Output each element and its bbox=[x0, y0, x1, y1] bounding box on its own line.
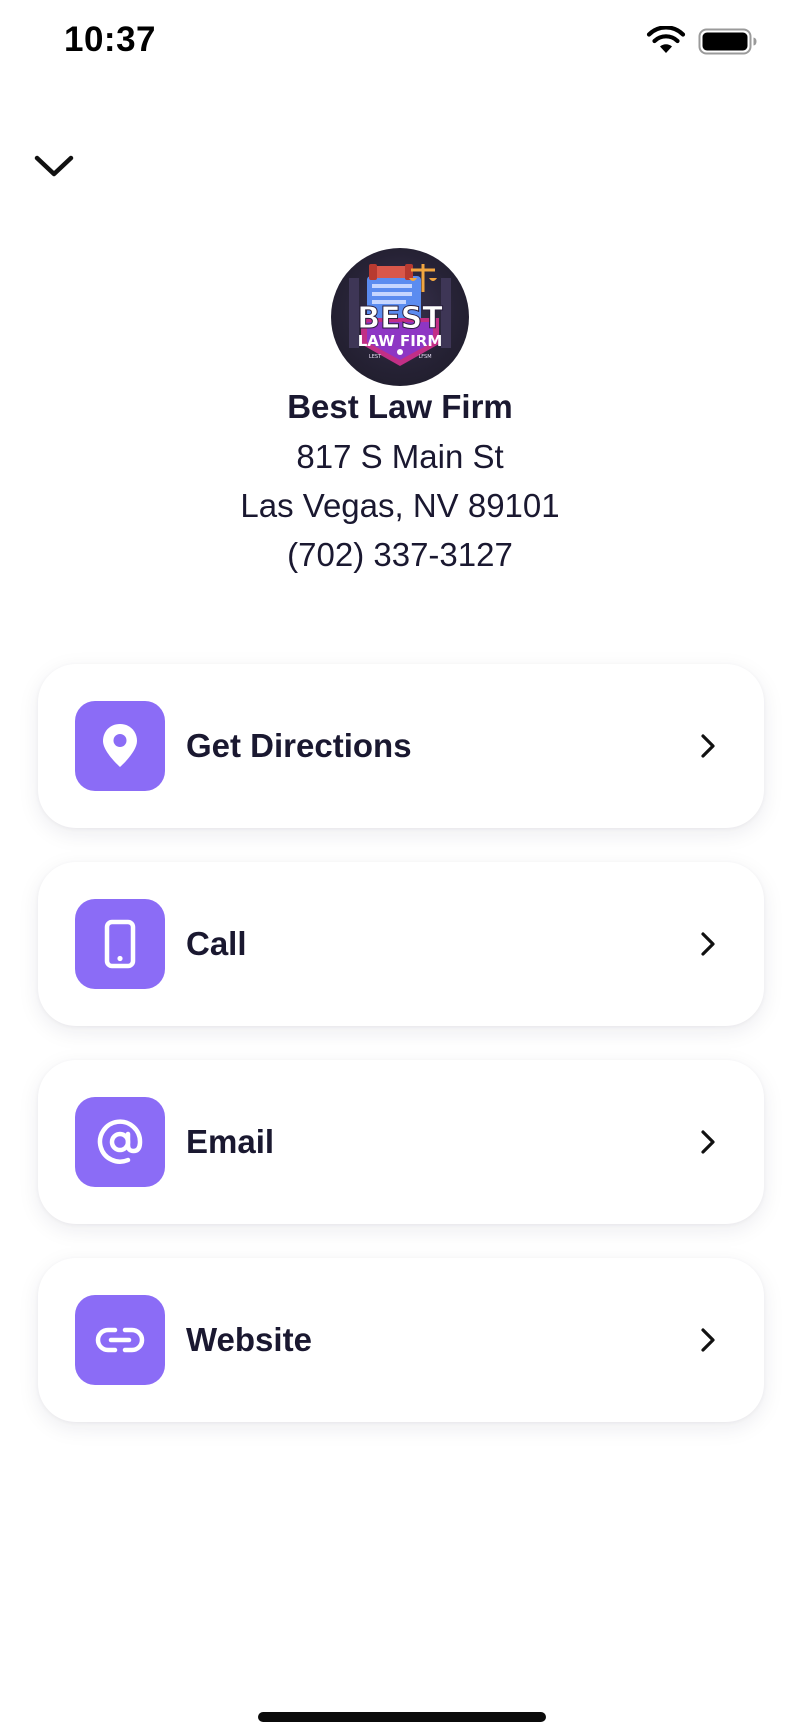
chevron-right-icon bbox=[701, 1328, 715, 1352]
firm-logo: BEST LAW FIRM LEST LFSM bbox=[331, 248, 469, 386]
address-line-1: 817 S Main St bbox=[296, 438, 504, 475]
call-label: Call bbox=[186, 925, 247, 962]
location-pin-icon-tile bbox=[75, 701, 165, 791]
address-line-2: Las Vegas, NV 89101 bbox=[240, 487, 560, 524]
dismiss-button[interactable] bbox=[30, 146, 78, 186]
email-button[interactable]: Email bbox=[38, 1060, 764, 1224]
get-directions-button[interactable]: Get Directions bbox=[38, 664, 764, 828]
logo-text-best: BEST bbox=[357, 301, 443, 336]
website-button[interactable]: Website bbox=[38, 1258, 764, 1422]
chevron-right-icon bbox=[701, 734, 715, 758]
logo-text-small-left: LEST bbox=[369, 354, 382, 360]
smartphone-icon-tile bbox=[75, 899, 165, 989]
at-sign-icon bbox=[97, 1119, 143, 1164]
chevron-right-icon bbox=[701, 1130, 715, 1154]
location-pin-icon bbox=[103, 724, 137, 767]
call-button[interactable]: Call bbox=[38, 862, 764, 1026]
at-sign-icon-tile bbox=[75, 1097, 165, 1187]
logo-text-law-firm: LAW FIRM bbox=[358, 332, 443, 350]
smartphone-icon bbox=[104, 919, 136, 969]
status-bar: 10:37 bbox=[0, 0, 800, 84]
chevron-right-icon bbox=[701, 932, 715, 956]
website-label: Website bbox=[186, 1321, 312, 1358]
link-icon bbox=[95, 1327, 145, 1353]
firm-name: Best Law Firm bbox=[287, 388, 513, 425]
battery-icon bbox=[698, 28, 757, 55]
phone-number: (702) 337-3127 bbox=[287, 536, 513, 573]
logo-text-small-right: LFSM bbox=[418, 354, 431, 360]
status-time: 10:37 bbox=[64, 20, 157, 59]
chevron-down-icon bbox=[34, 155, 74, 177]
get-directions-label: Get Directions bbox=[186, 727, 412, 764]
wifi-icon bbox=[646, 26, 686, 53]
contact-sheet-screen: 10:37 BEST LAW FIRM LEST LFSM Best Law F… bbox=[0, 0, 800, 1734]
email-label: Email bbox=[186, 1123, 275, 1160]
home-indicator[interactable] bbox=[258, 1712, 546, 1722]
link-icon-tile bbox=[75, 1295, 165, 1385]
